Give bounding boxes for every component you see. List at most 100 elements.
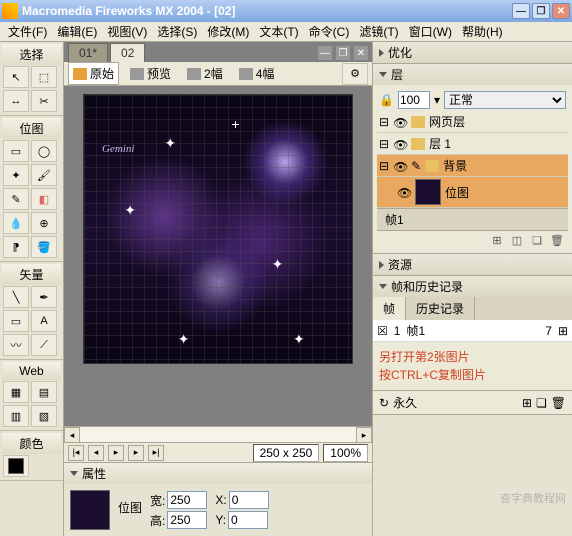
h-scrollbar[interactable]: ◂ ▸ [64, 426, 372, 442]
blur-tool[interactable]: 💧 [3, 212, 29, 234]
eraser-tool[interactable]: ◧ [31, 188, 57, 210]
hide-slices-tool[interactable]: ▥ [3, 405, 29, 427]
hotspot-tool[interactable]: ▦ [3, 381, 29, 403]
frames-panel-header[interactable]: 帧和历史记录 [373, 276, 572, 297]
scale-tool[interactable]: ↔ [3, 90, 29, 112]
opacity-arrow-icon[interactable]: ▾ [434, 93, 440, 107]
frame-prev-button[interactable]: ◂ [88, 445, 104, 461]
pen-tool[interactable]: ✒ [31, 286, 57, 308]
width-input[interactable] [167, 491, 207, 509]
scroll-right-button[interactable]: ▸ [356, 427, 372, 443]
canvas[interactable]: Gemini ✦ ✦ ✦ ✦ ✦ + [83, 94, 353, 364]
edit-icon[interactable]: ✎ [411, 159, 421, 173]
height-input[interactable] [167, 511, 207, 529]
onion-icon[interactable]: ☒ [377, 324, 388, 338]
frame-first-button[interactable]: |◂ [68, 445, 84, 461]
blend-mode-select[interactable]: 正常 [444, 91, 566, 109]
new-layer-icon[interactable]: ❏ [530, 233, 544, 247]
zoom-display[interactable]: 100% [323, 444, 368, 462]
pencil-tool[interactable]: ✎ [3, 188, 29, 210]
expand-toggle[interactable]: ⊟ [379, 115, 389, 129]
frame-options-icon[interactable]: ⊞ [558, 324, 568, 338]
menu-help[interactable]: 帮助(H) [458, 21, 507, 42]
delete-frame-icon[interactable]: 🗑 [551, 396, 566, 410]
slice-tool[interactable]: ▤ [31, 381, 57, 403]
stamp-tool[interactable]: ⊕ [31, 212, 57, 234]
pointer-tool[interactable]: ↖ [3, 66, 29, 88]
visibility-icon[interactable]: 👁 [393, 138, 407, 150]
layers-title: 层 [391, 66, 403, 83]
layer-row-bg[interactable]: ⊟👁✎背景 [377, 155, 568, 177]
brush-tool[interactable]: 🖌 [31, 164, 57, 186]
expand-toggle[interactable]: ⊟ [379, 137, 389, 151]
bucket-tool[interactable]: 🪣 [31, 236, 57, 258]
frame-indicator[interactable]: 帧1 [385, 211, 404, 228]
line-tool[interactable]: ╲ [3, 286, 29, 308]
visibility-icon[interactable]: 👁 [397, 186, 411, 198]
delete-layer-icon[interactable]: 🗑 [550, 233, 564, 247]
new-frame-icon[interactable]: ❏ [536, 396, 547, 410]
menu-window[interactable]: 窗口(W) [405, 21, 456, 42]
menu-filters[interactable]: 滤镜(T) [355, 21, 402, 42]
doc-tab-01[interactable]: 01* [68, 43, 108, 62]
doc-max-icon[interactable]: ❐ [336, 46, 350, 60]
layers-panel-header[interactable]: 层 [373, 64, 572, 85]
new-mask-icon[interactable]: ◫ [510, 233, 524, 247]
layer-row-1[interactable]: ⊟👁层 1 [377, 133, 568, 155]
y-input[interactable] [228, 511, 268, 529]
tab-history[interactable]: 历史记录 [406, 297, 475, 320]
frame-next-button[interactable]: ▸ [128, 445, 144, 461]
stroke-swatch[interactable] [3, 455, 29, 477]
lock-icon[interactable]: 🔒 [379, 93, 394, 107]
crop-tool[interactable]: ✂ [31, 90, 57, 112]
view-4up[interactable]: 4幅 [234, 62, 280, 85]
loop-icon[interactable]: ↻ [379, 396, 389, 410]
maximize-button[interactable]: ❐ [532, 3, 550, 19]
text-tool[interactable]: A [31, 310, 57, 332]
menu-file[interactable]: 文件(F) [4, 21, 51, 42]
visibility-icon[interactable]: 👁 [393, 160, 407, 172]
subselect-tool[interactable]: ⬚ [31, 66, 57, 88]
view-preview[interactable]: 预览 [125, 62, 176, 85]
doc-close-icon[interactable]: ✕ [354, 46, 368, 60]
frame-row[interactable]: ☒ 1 帧1 7 ⊞ [373, 320, 572, 342]
rect-tool[interactable]: ▭ [3, 310, 29, 332]
menu-commands[interactable]: 命令(C) [305, 21, 354, 42]
x-input[interactable] [229, 491, 269, 509]
collapse-icon [379, 284, 387, 289]
menu-view[interactable]: 视图(V) [103, 21, 151, 42]
properties-header[interactable]: 属性 [64, 463, 372, 484]
layer-row-bitmap[interactable]: 👁位图 [377, 177, 568, 208]
expand-toggle[interactable]: ⊟ [379, 159, 389, 173]
distribute-icon[interactable]: ⊞ [490, 233, 504, 247]
freeform-tool[interactable]: 〰 [3, 334, 29, 356]
marquee-tool[interactable]: ▭ [3, 140, 29, 162]
layer-row-web[interactable]: ⊟👁网页层 [377, 111, 568, 133]
wand-tool[interactable]: ✦ [3, 164, 29, 186]
scroll-left-button[interactable]: ◂ [64, 427, 80, 443]
frame-last-button[interactable]: ▸| [148, 445, 164, 461]
assets-panel-header[interactable]: 资源 [373, 254, 572, 275]
doc-tab-02[interactable]: 02 [110, 43, 145, 62]
tab-frames[interactable]: 帧 [373, 297, 406, 320]
distribute-frames-icon[interactable]: ⊞ [522, 396, 532, 410]
frame-play-button[interactable]: ▸ [108, 445, 124, 461]
menu-modify[interactable]: 修改(M) [203, 21, 253, 42]
doc-min-icon[interactable]: — [318, 46, 332, 60]
opacity-input[interactable] [398, 91, 430, 109]
eyedropper-tool[interactable]: ⁋ [3, 236, 29, 258]
lasso-tool[interactable]: ◯ [31, 140, 57, 162]
optimize-panel-header[interactable]: 优化 [373, 42, 572, 63]
view-original[interactable]: 原始 [68, 62, 119, 85]
menu-select[interactable]: 选择(S) [153, 21, 201, 42]
show-slices-tool[interactable]: ▧ [31, 405, 57, 427]
visibility-icon[interactable]: 👁 [393, 116, 407, 128]
minimize-button[interactable]: — [512, 3, 530, 19]
loop-label: 永久 [393, 394, 417, 411]
close-button[interactable]: ✕ [552, 3, 570, 19]
menu-edit[interactable]: 编辑(E) [53, 21, 101, 42]
export-wizard-icon[interactable]: ⚙ [342, 63, 368, 85]
knife-tool[interactable]: ⟋ [31, 334, 57, 356]
menu-text[interactable]: 文本(T) [255, 21, 302, 42]
view-2up[interactable]: 2幅 [182, 62, 228, 85]
